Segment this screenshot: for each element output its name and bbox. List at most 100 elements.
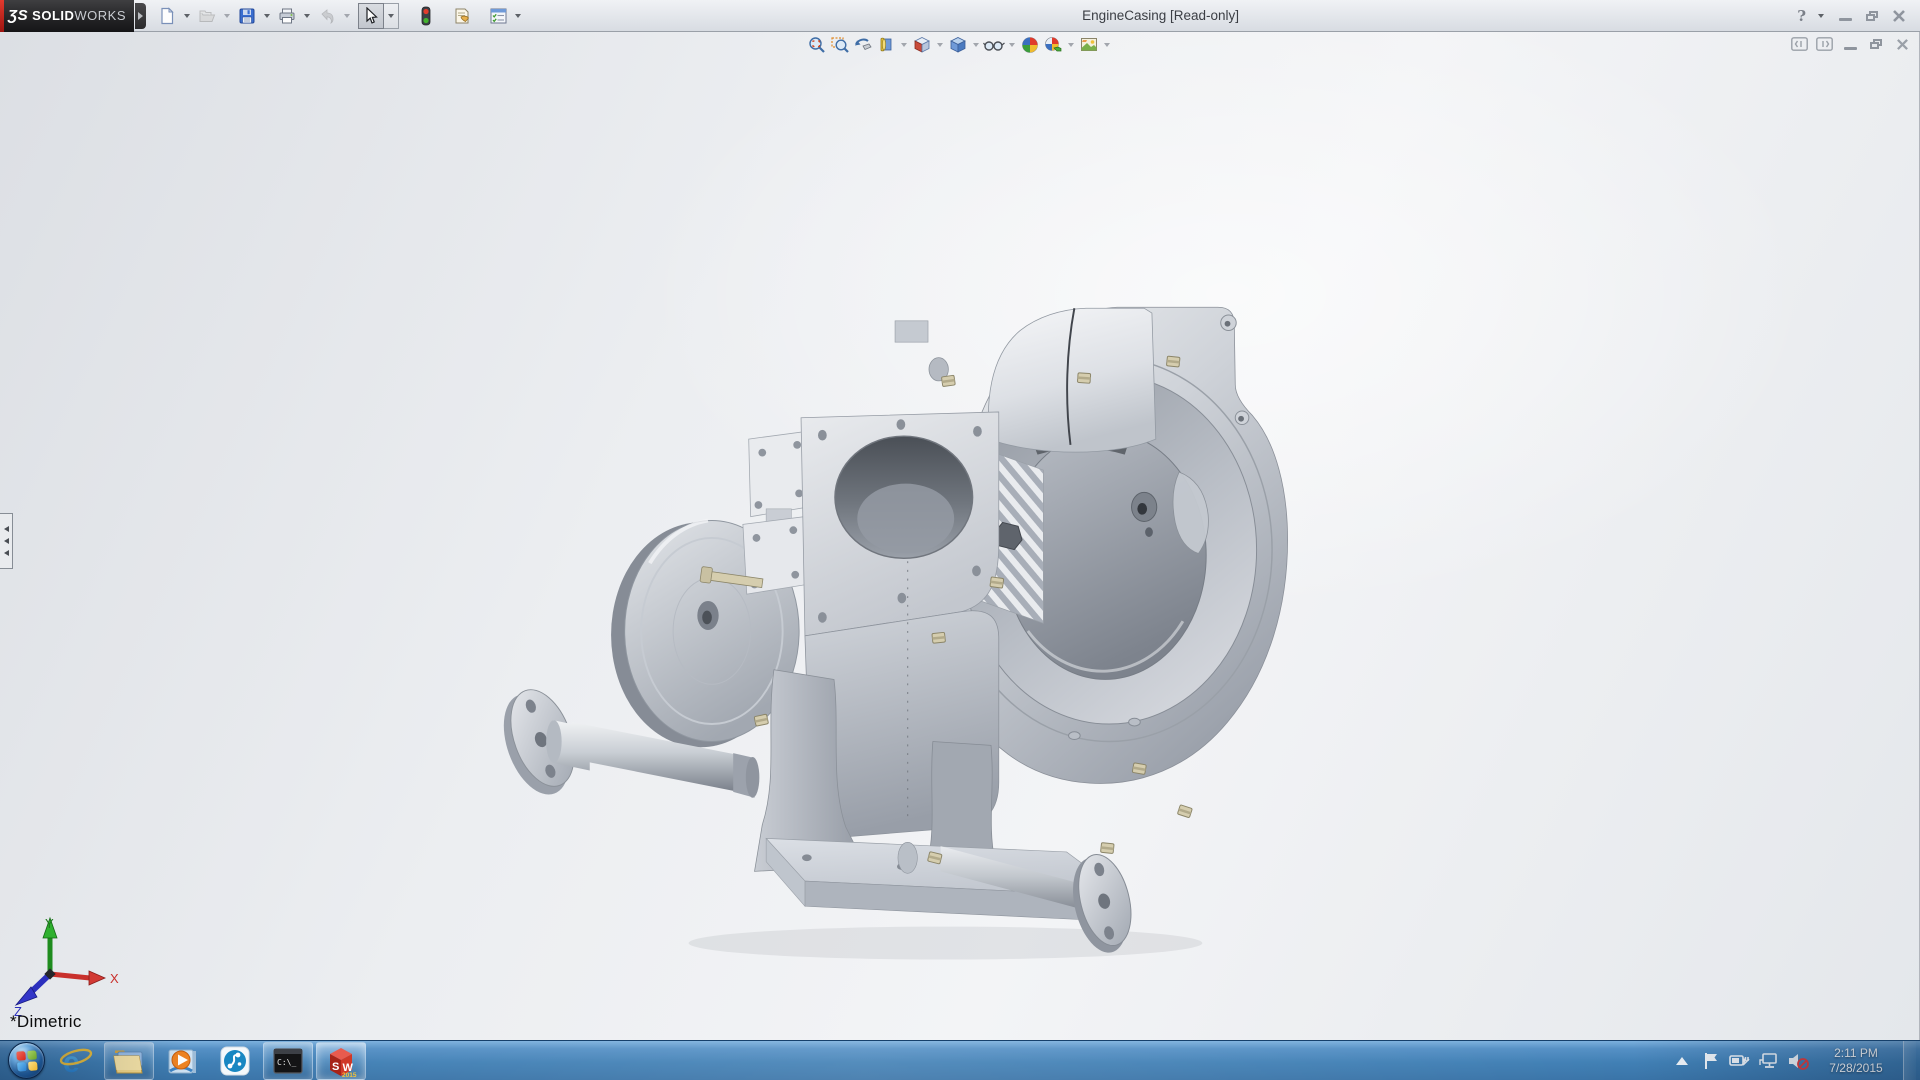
- network-status-button[interactable]: [1758, 1049, 1780, 1073]
- view-settings-button[interactable]: [1078, 34, 1100, 56]
- taskbar-item-internet-explorer[interactable]: e: [51, 1042, 101, 1080]
- display-pane-icon: [1816, 37, 1833, 51]
- zoom-to-area-button[interactable]: [829, 34, 851, 56]
- select-cursor-icon: [363, 7, 379, 25]
- hide-show-items-button[interactable]: [983, 34, 1005, 56]
- solidworks-logo-bold: SOLID: [32, 8, 74, 23]
- headsup-view-toolbar: [806, 34, 1113, 56]
- taskbar-item-media-player[interactable]: [157, 1042, 207, 1080]
- flag-icon: [1702, 1051, 1720, 1071]
- featuremanager-pane-toggle[interactable]: [1791, 37, 1808, 51]
- display-style-dropdown-caret[interactable]: [973, 43, 979, 47]
- doc-minimize-button[interactable]: [1841, 36, 1859, 52]
- clock-time: 2:11 PM: [1820, 1046, 1892, 1061]
- zoom-to-fit-icon: [807, 35, 827, 55]
- taskbar-item-command-prompt[interactable]: C:\_: [263, 1042, 313, 1080]
- view-orientation-dropdown-caret[interactable]: [937, 43, 943, 47]
- view-orientation-icon: [912, 35, 932, 55]
- solidworks-window: ƷS SOLIDWORKS: [0, 0, 1920, 1080]
- featuremanager-collapsed-tab[interactable]: [0, 513, 13, 569]
- taskbar-item-blue-network-app[interactable]: [210, 1042, 260, 1080]
- taskbar-clock[interactable]: 2:11 PM 7/28/2015: [1820, 1046, 1892, 1076]
- section-view-dropdown-caret[interactable]: [901, 43, 907, 47]
- chevron-right-icon: [138, 12, 143, 20]
- print-dropdown-caret[interactable]: [304, 14, 310, 18]
- edit-appearance-button[interactable]: [1019, 34, 1041, 56]
- taskbar-items: e: [51, 1041, 366, 1080]
- previous-view-icon: [853, 35, 873, 55]
- rebuild-button[interactable]: [415, 4, 437, 28]
- save-icon: [238, 7, 256, 25]
- apply-scene-button[interactable]: [1042, 34, 1064, 56]
- file-properties-button[interactable]: [451, 4, 473, 28]
- document-title: EngineCasing [Read-only]: [524, 8, 1797, 23]
- minimize-button[interactable]: [1836, 8, 1854, 24]
- start-button[interactable]: [8, 1042, 45, 1079]
- zoom-to-fit-button[interactable]: [806, 34, 828, 56]
- file-properties-icon: [453, 7, 472, 25]
- battery-plug-icon: [1729, 1052, 1751, 1070]
- previous-view-button[interactable]: [852, 34, 874, 56]
- volume-button[interactable]: [1787, 1049, 1809, 1073]
- display-pane-toggle[interactable]: [1816, 37, 1833, 51]
- new-dropdown-caret[interactable]: [184, 14, 190, 18]
- volume-muted-icon: [1787, 1051, 1809, 1071]
- save-dropdown-caret[interactable]: [264, 14, 270, 18]
- restore-button[interactable]: [1863, 8, 1881, 24]
- open-dropdown-caret[interactable]: [224, 14, 230, 18]
- doc-restore-button[interactable]: [1867, 36, 1885, 52]
- up-arrow-icon: [1676, 1057, 1688, 1065]
- options-icon: [489, 7, 508, 25]
- internet-explorer-icon: e: [58, 1044, 94, 1078]
- zoom-to-area-icon: [830, 35, 850, 55]
- rebuild-traffic-light-icon: [420, 6, 432, 26]
- select-dropdown-caret: [388, 14, 394, 18]
- solidworks-logo-light: WORKS: [74, 8, 126, 23]
- new-document-button[interactable]: [156, 4, 178, 28]
- chevron-left-icon: [4, 538, 9, 544]
- close-button[interactable]: [1890, 8, 1908, 24]
- chevron-left-icon: [4, 550, 9, 556]
- taskbar-item-windows-explorer[interactable]: [104, 1042, 154, 1080]
- media-player-icon: [166, 1045, 198, 1077]
- view-settings-dropdown-caret[interactable]: [1104, 43, 1110, 47]
- select-tool-group: [358, 3, 399, 29]
- display-style-icon: [948, 35, 968, 55]
- hide-show-dropdown-caret[interactable]: [1009, 43, 1015, 47]
- doc-close-icon: [1896, 38, 1909, 51]
- title-bar: ƷS SOLIDWORKS: [0, 0, 1920, 32]
- save-button[interactable]: [236, 4, 258, 28]
- title-window-controls: ?: [1797, 7, 1908, 25]
- logo-expand-tab[interactable]: [135, 3, 146, 29]
- select-tool-button[interactable]: [358, 3, 384, 29]
- print-button[interactable]: [276, 4, 298, 28]
- undo-dropdown-caret[interactable]: [344, 14, 350, 18]
- solidworks-logo-mark: ƷS: [8, 7, 28, 24]
- display-style-button[interactable]: [947, 34, 969, 56]
- document-window-controls: [1791, 36, 1911, 52]
- options-dropdown-caret[interactable]: [515, 14, 521, 18]
- view-orientation-label: *Dimetric: [10, 1012, 82, 1032]
- show-hidden-icons-button[interactable]: [1671, 1049, 1693, 1073]
- apply-scene-dropdown-caret[interactable]: [1068, 43, 1074, 47]
- triad-x-arrow: [89, 971, 105, 985]
- show-desktop-button[interactable]: [1903, 1041, 1916, 1080]
- view-orientation-button[interactable]: [911, 34, 933, 56]
- help-dropdown-caret[interactable]: [1818, 14, 1824, 18]
- triad-y-label: Y: [45, 916, 54, 931]
- action-center-button[interactable]: [1700, 1049, 1722, 1073]
- open-document-button[interactable]: [196, 4, 218, 28]
- help-button[interactable]: ?: [1797, 7, 1806, 25]
- solidworks-2015-icon: S W 2015: [324, 1044, 358, 1078]
- taskbar-item-solidworks[interactable]: S W 2015: [316, 1042, 366, 1080]
- doc-close-button[interactable]: [1893, 36, 1911, 52]
- undo-button[interactable]: [316, 4, 338, 28]
- section-view-button[interactable]: [875, 34, 897, 56]
- power-status-button[interactable]: [1729, 1049, 1751, 1073]
- graphics-viewport[interactable]: Y X Z *Dimetric: [0, 32, 1920, 1040]
- select-tool-dropdown[interactable]: [384, 3, 399, 29]
- orientation-triad: Y X Z: [2, 912, 128, 1016]
- engine-casing-model[interactable]: [0, 32, 1920, 1040]
- new-document-icon: [158, 7, 176, 25]
- options-button[interactable]: [487, 4, 509, 28]
